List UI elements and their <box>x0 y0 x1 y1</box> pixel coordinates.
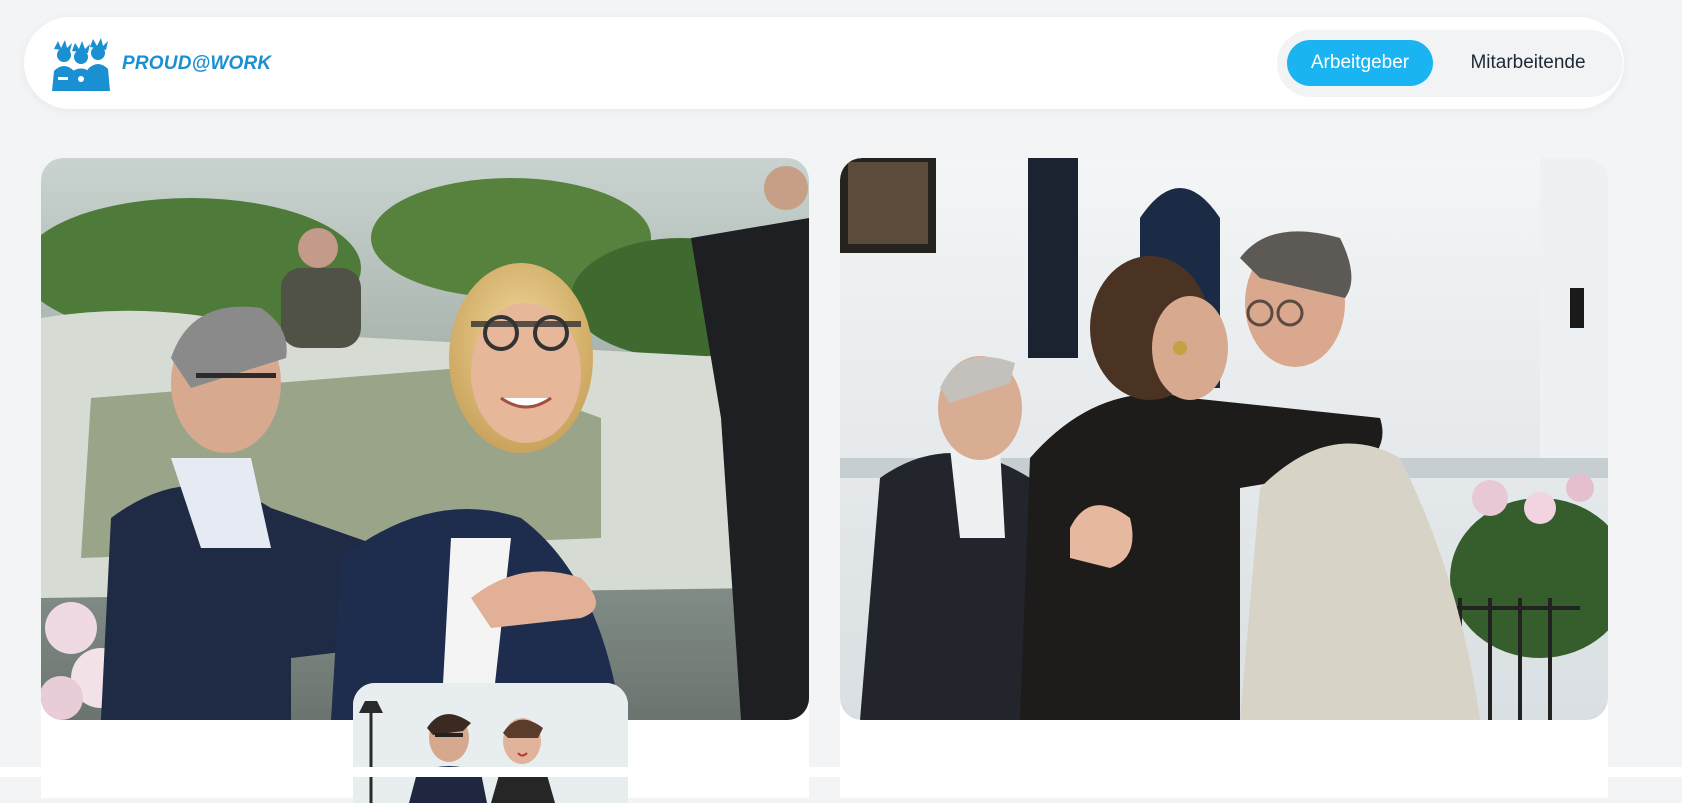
top-navbar: PROUD@WORK Arbeitgeber Mitarbeitende <box>24 17 1624 109</box>
bottom-edge <box>0 767 1682 777</box>
story-photo <box>41 158 809 720</box>
thumbnail-photo <box>353 683 628 803</box>
audience-toggle: Arbeitgeber Mitarbeitende <box>1277 30 1623 97</box>
story-photo <box>840 158 1608 720</box>
tab-employer[interactable]: Arbeitgeber <box>1287 40 1433 86</box>
people-group-icon <box>52 38 110 91</box>
tab-employees[interactable]: Mitarbeitende <box>1443 40 1613 86</box>
brand-name: PROUD@WORK <box>122 53 272 74</box>
video-thumbnail[interactable] <box>353 683 628 803</box>
story-card[interactable] <box>840 158 1608 798</box>
brand-logo[interactable]: PROUD@WORK <box>48 37 271 91</box>
